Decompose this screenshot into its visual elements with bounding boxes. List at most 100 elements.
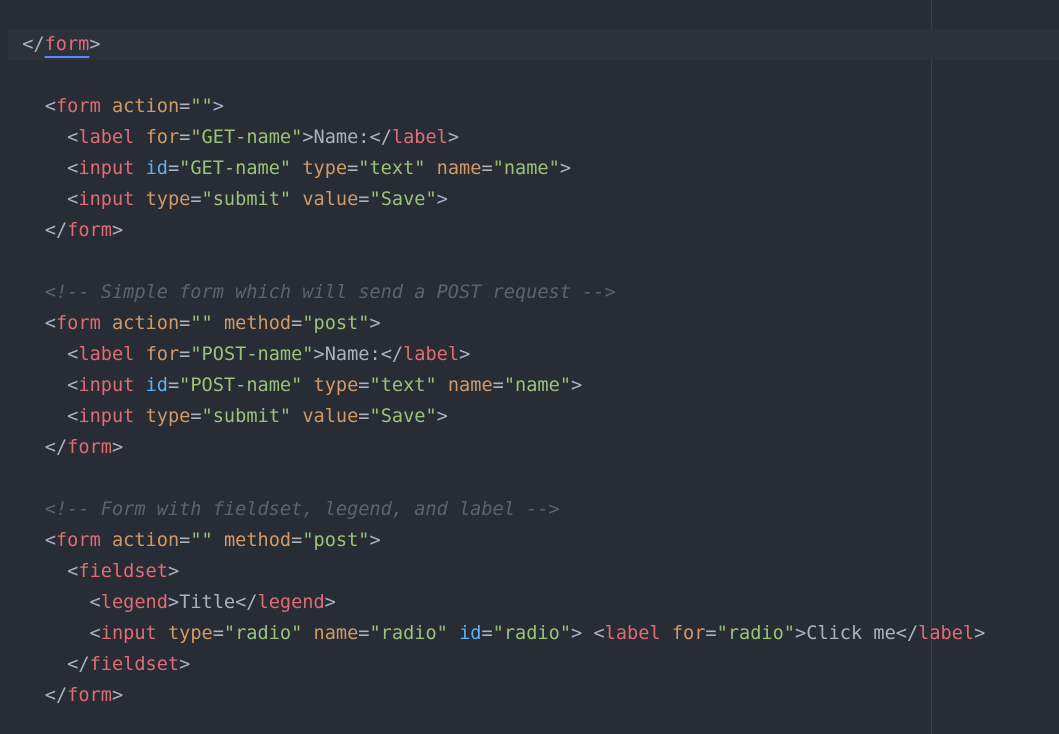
code-punctuation: = bbox=[481, 158, 493, 179]
code-punctuation: > bbox=[179, 654, 191, 675]
code-line[interactable]: <input type="radio" name="radio" id="rad… bbox=[0, 618, 1059, 649]
code-punctuation: < bbox=[0, 375, 79, 396]
code-punctuation: < bbox=[0, 406, 79, 427]
code-attribute-value: "name" bbox=[492, 158, 560, 179]
code-attribute-name: method bbox=[223, 530, 292, 551]
code-punctuation: = bbox=[190, 189, 202, 210]
code-attribute-value: "submit" bbox=[201, 189, 292, 210]
code-punctuation: > bbox=[559, 158, 572, 179]
code-attribute-name: for bbox=[671, 623, 706, 644]
code-line[interactable]: </form> bbox=[0, 680, 1059, 711]
code-tag-name: fieldset bbox=[89, 654, 180, 675]
code-line[interactable]: <form action=""> bbox=[0, 91, 1059, 122]
code-tag-name: input bbox=[78, 375, 135, 396]
code-punctuation: > bbox=[89, 34, 101, 55]
code-attribute-value: "Save" bbox=[369, 189, 437, 210]
code-line[interactable]: <form action="" method="post"> bbox=[0, 525, 1059, 556]
code-punctuation: = bbox=[167, 158, 180, 179]
code-punctuation: > bbox=[369, 313, 381, 334]
code-punctuation: = bbox=[212, 623, 224, 644]
code-punctuation: < bbox=[0, 313, 56, 334]
code-punctuation: < bbox=[0, 189, 79, 210]
code-attribute-name: action bbox=[111, 96, 180, 117]
code-punctuation: = bbox=[167, 375, 180, 396]
code-line[interactable]: <label for="GET-name">Name:</label> bbox=[0, 122, 1059, 153]
code-line[interactable]: </form> bbox=[0, 432, 1059, 463]
code-text: Name: bbox=[324, 344, 381, 365]
code-line[interactable]: <input id="POST-name" type="text" name="… bbox=[0, 370, 1059, 401]
code-tag-name: label bbox=[604, 623, 661, 644]
code-tag-name: form bbox=[55, 530, 101, 551]
code-tag-name: label bbox=[78, 127, 135, 148]
code-line[interactable]: <label for="POST-name">Name:</label> bbox=[0, 339, 1059, 370]
code-punctuation: = bbox=[358, 189, 370, 210]
code-comment: <!-- Simple form which will send a POST … bbox=[0, 282, 616, 303]
matched-bracket-tag: form bbox=[44, 34, 90, 55]
code-attribute-name: value bbox=[302, 189, 359, 210]
code-punctuation: = bbox=[358, 623, 370, 644]
code-punctuation: > bbox=[111, 220, 124, 241]
code-tag-name: fieldset bbox=[78, 561, 168, 582]
code-punctuation: > bbox=[302, 127, 314, 148]
code-punctuation: > bbox=[447, 127, 460, 148]
code-punctuation: = bbox=[179, 127, 191, 148]
code-punctuation: < bbox=[0, 96, 56, 117]
code-punctuation: > bbox=[571, 375, 583, 396]
code-tag-name: form bbox=[67, 220, 112, 241]
code-line[interactable]: <input type="submit" value="Save"> bbox=[0, 401, 1059, 432]
code-line[interactable]: <input id="GET-name" type="text" name="n… bbox=[0, 153, 1059, 184]
code-punctuation: > bbox=[571, 623, 583, 644]
code-punctuation: = bbox=[179, 313, 191, 334]
code-attribute-name: value bbox=[302, 406, 359, 427]
code-tag-name: form bbox=[67, 685, 112, 706]
code-line[interactable]: <form action="" method="post"> bbox=[0, 308, 1059, 339]
code-punctuation: </ bbox=[895, 623, 919, 644]
code-id-attribute: id bbox=[145, 375, 168, 396]
code-punctuation: > bbox=[167, 592, 180, 613]
code-punctuation: </ bbox=[0, 654, 90, 675]
code-punctuation: = bbox=[190, 406, 202, 427]
code-attribute-name: type bbox=[302, 158, 348, 179]
code-line[interactable]: <fieldset> bbox=[0, 556, 1059, 587]
code-line-current[interactable]: </form> bbox=[8, 29, 1059, 60]
code-punctuation: < bbox=[0, 530, 56, 551]
code-line[interactable]: </fieldset> bbox=[0, 649, 1059, 680]
code-punctuation: > bbox=[795, 623, 807, 644]
code-punctuation: < bbox=[0, 158, 79, 179]
code-punctuation: = bbox=[291, 313, 303, 334]
code-line[interactable]: </form> bbox=[0, 215, 1059, 246]
code-attribute-value: "POST-name" bbox=[179, 375, 303, 396]
code-id-attribute: id bbox=[459, 623, 482, 644]
code-attribute-value: "text" bbox=[358, 158, 426, 179]
code-attribute-name: action bbox=[111, 313, 180, 334]
code-punctuation: > bbox=[369, 530, 381, 551]
code-punctuation: </ bbox=[0, 685, 68, 706]
code-punctuation: </ bbox=[235, 592, 258, 613]
code-punctuation: > bbox=[212, 96, 224, 117]
code-line[interactable]: <input type="submit" value="Save"> bbox=[0, 184, 1059, 215]
code-punctuation: = bbox=[358, 375, 370, 396]
code-punctuation: </ bbox=[0, 220, 68, 241]
code-line[interactable]: <legend>Title</legend> bbox=[0, 587, 1059, 618]
code-line[interactable] bbox=[0, 463, 1059, 494]
code-punctuation: < bbox=[0, 127, 79, 148]
code-punctuation: </ bbox=[369, 127, 392, 148]
code-editor[interactable]: </form> <form action=""> <label for="GET… bbox=[0, 0, 1059, 734]
code-punctuation: < bbox=[0, 344, 79, 365]
code-text: Name: bbox=[313, 127, 370, 148]
code-line[interactable]: <!-- Simple form which will send a POST … bbox=[0, 277, 1059, 308]
code-line[interactable]: <!-- Form with fieldset, legend, and lab… bbox=[0, 494, 1059, 525]
code-line[interactable] bbox=[0, 246, 1059, 277]
code-punctuation: = bbox=[358, 406, 370, 427]
code-line[interactable] bbox=[0, 60, 1059, 91]
code-attribute-name: name bbox=[447, 375, 493, 396]
code-attribute-name: method bbox=[223, 313, 292, 334]
